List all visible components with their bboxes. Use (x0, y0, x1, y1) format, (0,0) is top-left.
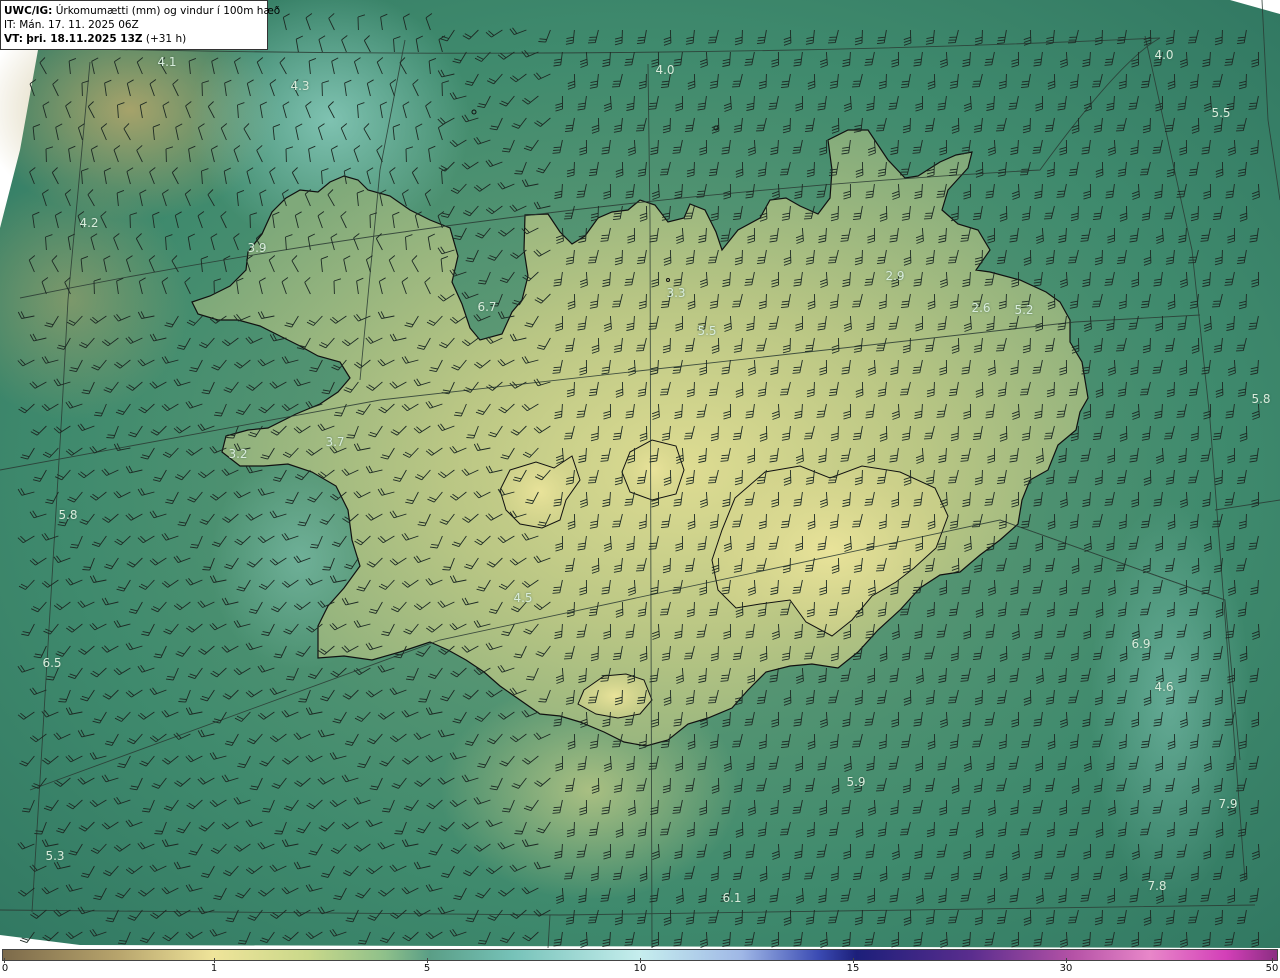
colorbar-tick-label: 15 (846, 963, 860, 974)
precip-value-label: 2.6 (971, 301, 991, 315)
header-init-time: IT: Mán. 17. 11. 2025 06Z (4, 19, 139, 31)
precip-value-label: 6.7 (477, 300, 497, 314)
precipitation-wind-map[interactable] (0, 0, 1280, 948)
colorbar-tick-label: 30 (1059, 963, 1073, 974)
precip-value-label: 5.2 (1014, 303, 1034, 317)
precip-value-label: 5.5 (697, 324, 717, 338)
colorbar-tick-label: 50 (1265, 963, 1279, 974)
precip-value-label: 5.5 (1211, 106, 1231, 120)
precip-value-label: 2.9 (885, 269, 905, 283)
header-valid-time: þri. 18.11.2025 13Z (26, 33, 143, 45)
colorbar: 0 1 5 10 15 30 50 (0, 948, 1280, 978)
precip-value-label: 4.2 (79, 216, 99, 230)
precip-value-label: 5.8 (1251, 392, 1271, 406)
precip-value-label: 4.1 (157, 55, 177, 69)
header-lead-time: (+31 h) (145, 33, 187, 45)
shade-teal-e (1090, 500, 1250, 900)
precip-value-label: 5.3 (45, 849, 65, 863)
header-title: Úrkomumætti (mm) og vindur í 100m hæð (55, 5, 281, 17)
map-header: UWC/IG: Úrkomumætti (mm) og vindur í 100… (0, 0, 280, 50)
colorbar-tick-label: 1 (210, 963, 218, 974)
header-valid-time-line: VT: þri. 18.11.2025 13Z (+31 h) (4, 32, 264, 46)
precip-value-label: 3.9 (247, 241, 267, 255)
precip-value-label: 6.5 (42, 656, 62, 670)
precip-value-label: 5.9 (846, 775, 866, 789)
precip-value-label: 4.0 (655, 63, 675, 77)
precip-value-label: 4.0 (1154, 48, 1174, 62)
colorbar-tick-label: 10 (633, 963, 647, 974)
precip-value-label: 4.6 (1154, 680, 1174, 694)
precip-value-label: 4.3 (290, 79, 310, 93)
header-title-line: UWC/IG: Úrkomumætti (mm) og vindur í 100… (4, 4, 280, 18)
precip-value-label: 3.2 (228, 447, 248, 461)
header-valid-prefix: VT: (4, 33, 23, 45)
precip-value-label: 3.7 (325, 435, 345, 449)
precip-value-label: 4.5 (513, 591, 533, 605)
precip-value-label: 5.8 (58, 508, 78, 522)
colorbar-tick-label: 5 (423, 963, 431, 974)
header-model-code: UWC/IG: (4, 5, 53, 17)
map-area[interactable]: 4.1 4.3 4.0 4.0 5.5 4.2 3.9 2.9 3.3 6.7 2.6 5.2 5.5 5… (0, 0, 1280, 948)
precip-value-label: 6.1 (722, 891, 742, 905)
precip-value-label: 7.9 (1218, 797, 1238, 811)
precip-value-label: 3.3 (666, 286, 686, 300)
precip-value-label: 6.9 (1131, 637, 1151, 651)
precip-value-label: 7.8 (1147, 879, 1167, 893)
colorbar-tick-label: 0 (1, 963, 9, 974)
